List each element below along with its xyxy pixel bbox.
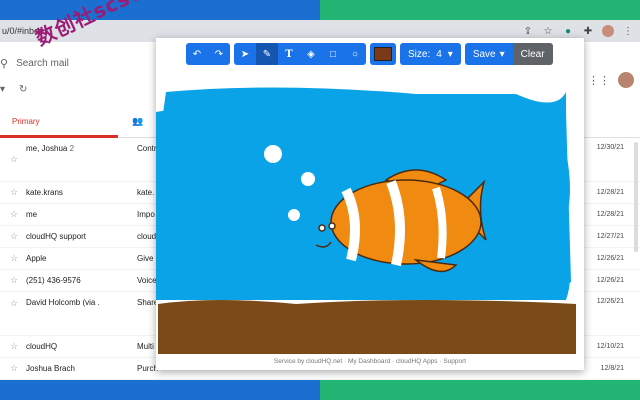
row-date: 12/8/21 (600, 365, 624, 372)
top-right-icons: ⋮⋮ (588, 72, 634, 88)
row-sender: Apple (26, 254, 47, 263)
star-icon[interactable]: ☆ (10, 154, 18, 165)
size-value: 4 (436, 48, 442, 60)
pencil-tool-icon[interactable]: ✎ (256, 43, 278, 65)
select-dropdown-icon[interactable]: ▾ (0, 84, 5, 100)
browser-icons: ⇪ ☆ ● ✚ ⋮ (522, 25, 640, 37)
share-icon[interactable]: ⇪ (522, 26, 534, 37)
size-label: Size: (408, 48, 431, 60)
row-date: 12/10/21 (596, 343, 624, 350)
row-subject: cloud (137, 232, 157, 241)
bottom-background (0, 380, 640, 400)
extension-icon[interactable]: ● (562, 26, 574, 37)
chevron-down-icon: ▾ (447, 48, 453, 60)
menu-icon[interactable]: ⋮ (622, 26, 634, 37)
row-sender: cloudHQ support (26, 232, 87, 241)
fish-eye (328, 222, 336, 230)
search-input[interactable]: Search mail (16, 58, 69, 69)
row-date: 12/26/21 (596, 277, 624, 284)
row-sender: (251) 436-9576 (26, 276, 81, 285)
search-bar[interactable]: ⚲ Search mail (0, 52, 69, 74)
row-subject: Give (137, 254, 154, 263)
text-tool-icon[interactable]: T (278, 43, 300, 65)
row-sender: me, Joshua 2 (26, 144, 75, 153)
row-subject: Voice (137, 276, 157, 285)
circle-tool-icon[interactable]: ○ (344, 43, 366, 65)
save-button[interactable]: Save ▾ (464, 43, 513, 65)
draw-toolbar: ↶ ↷ ➤ ✎ T ◈ □ ○ Size: 4 ▾ Save ▾ Clear (186, 42, 553, 66)
row-subject: Contr (137, 144, 157, 153)
undo-redo-group: ↶ ↷ (186, 43, 230, 65)
row-date: 12/28/21 (596, 211, 624, 218)
rectangle-tool-icon[interactable]: □ (322, 43, 344, 65)
tab-primary-label: Primary (12, 117, 40, 126)
draw-popup: ↶ ↷ ➤ ✎ T ◈ □ ○ Size: 4 ▾ Save ▾ Clear S… (156, 38, 584, 370)
star-icon[interactable]: ☆ (10, 187, 18, 198)
row-subject: kate. (137, 188, 155, 197)
star-icon[interactable]: ☆ (10, 275, 18, 286)
star-icon[interactable]: ☆ (10, 253, 18, 264)
social-icon[interactable]: 👥 (132, 116, 143, 127)
service-footer: Service by cloudHQ.net · My Dashboard · … (273, 358, 467, 365)
fish-eye (318, 224, 326, 232)
sand-scribble (158, 300, 576, 354)
puzzle-icon[interactable]: ✚ (582, 26, 594, 37)
color-swatch (374, 47, 392, 61)
save-label: Save (472, 48, 496, 60)
bubble (288, 209, 300, 221)
drawing-canvas[interactable] (156, 82, 584, 354)
undo-icon[interactable]: ↶ (186, 43, 208, 65)
star-icon[interactable]: ☆ (10, 341, 18, 352)
refresh-icon[interactable]: ↻ (19, 84, 27, 100)
row-sender: Joshua Brach (26, 364, 75, 373)
row-date: 12/27/21 (596, 233, 624, 240)
row-date: 12/30/21 (596, 144, 624, 151)
clear-button[interactable]: Clear (512, 43, 553, 65)
chevron-down-icon: ▾ (499, 48, 505, 60)
size-dropdown[interactable]: Size: 4 ▾ (400, 43, 461, 65)
star-icon[interactable]: ☆ (10, 298, 18, 309)
color-picker[interactable] (370, 43, 396, 65)
inbox-toolbar: ▾ ↻ (0, 84, 27, 100)
row-sender: David Holcomb (via . (26, 298, 100, 307)
row-subject: Multi (137, 342, 154, 351)
row-subject: Purch (137, 364, 158, 373)
row-subject: Impo (137, 210, 155, 219)
tools-group: ➤ ✎ T ◈ □ ○ (234, 43, 366, 65)
scrollbar[interactable] (634, 142, 638, 252)
search-icon[interactable]: ⚲ (0, 57, 8, 70)
tab-primary[interactable]: Primary (0, 108, 118, 138)
row-sender: cloudHQ (26, 342, 58, 351)
fill-tool-icon[interactable]: ◈ (300, 43, 322, 65)
row-date: 12/26/21 (596, 255, 624, 262)
bubble (264, 145, 282, 163)
star-icon[interactable]: ☆ (10, 209, 18, 220)
row-sender: kate.krans (26, 188, 63, 197)
star-icon[interactable]: ☆ (10, 363, 18, 374)
account-avatar[interactable] (618, 72, 634, 88)
star-icon[interactable]: ☆ (542, 26, 554, 37)
avatar[interactable] (602, 25, 614, 37)
row-date: 12/28/21 (596, 189, 624, 196)
apps-grid-icon[interactable]: ⋮⋮ (588, 74, 610, 87)
select-tool-icon[interactable]: ➤ (234, 43, 256, 65)
bubble (301, 172, 315, 186)
row-sender: me (26, 210, 38, 219)
redo-icon[interactable]: ↷ (208, 43, 230, 65)
star-icon[interactable]: ☆ (10, 231, 18, 242)
row-date: 12/26/21 (596, 298, 624, 305)
